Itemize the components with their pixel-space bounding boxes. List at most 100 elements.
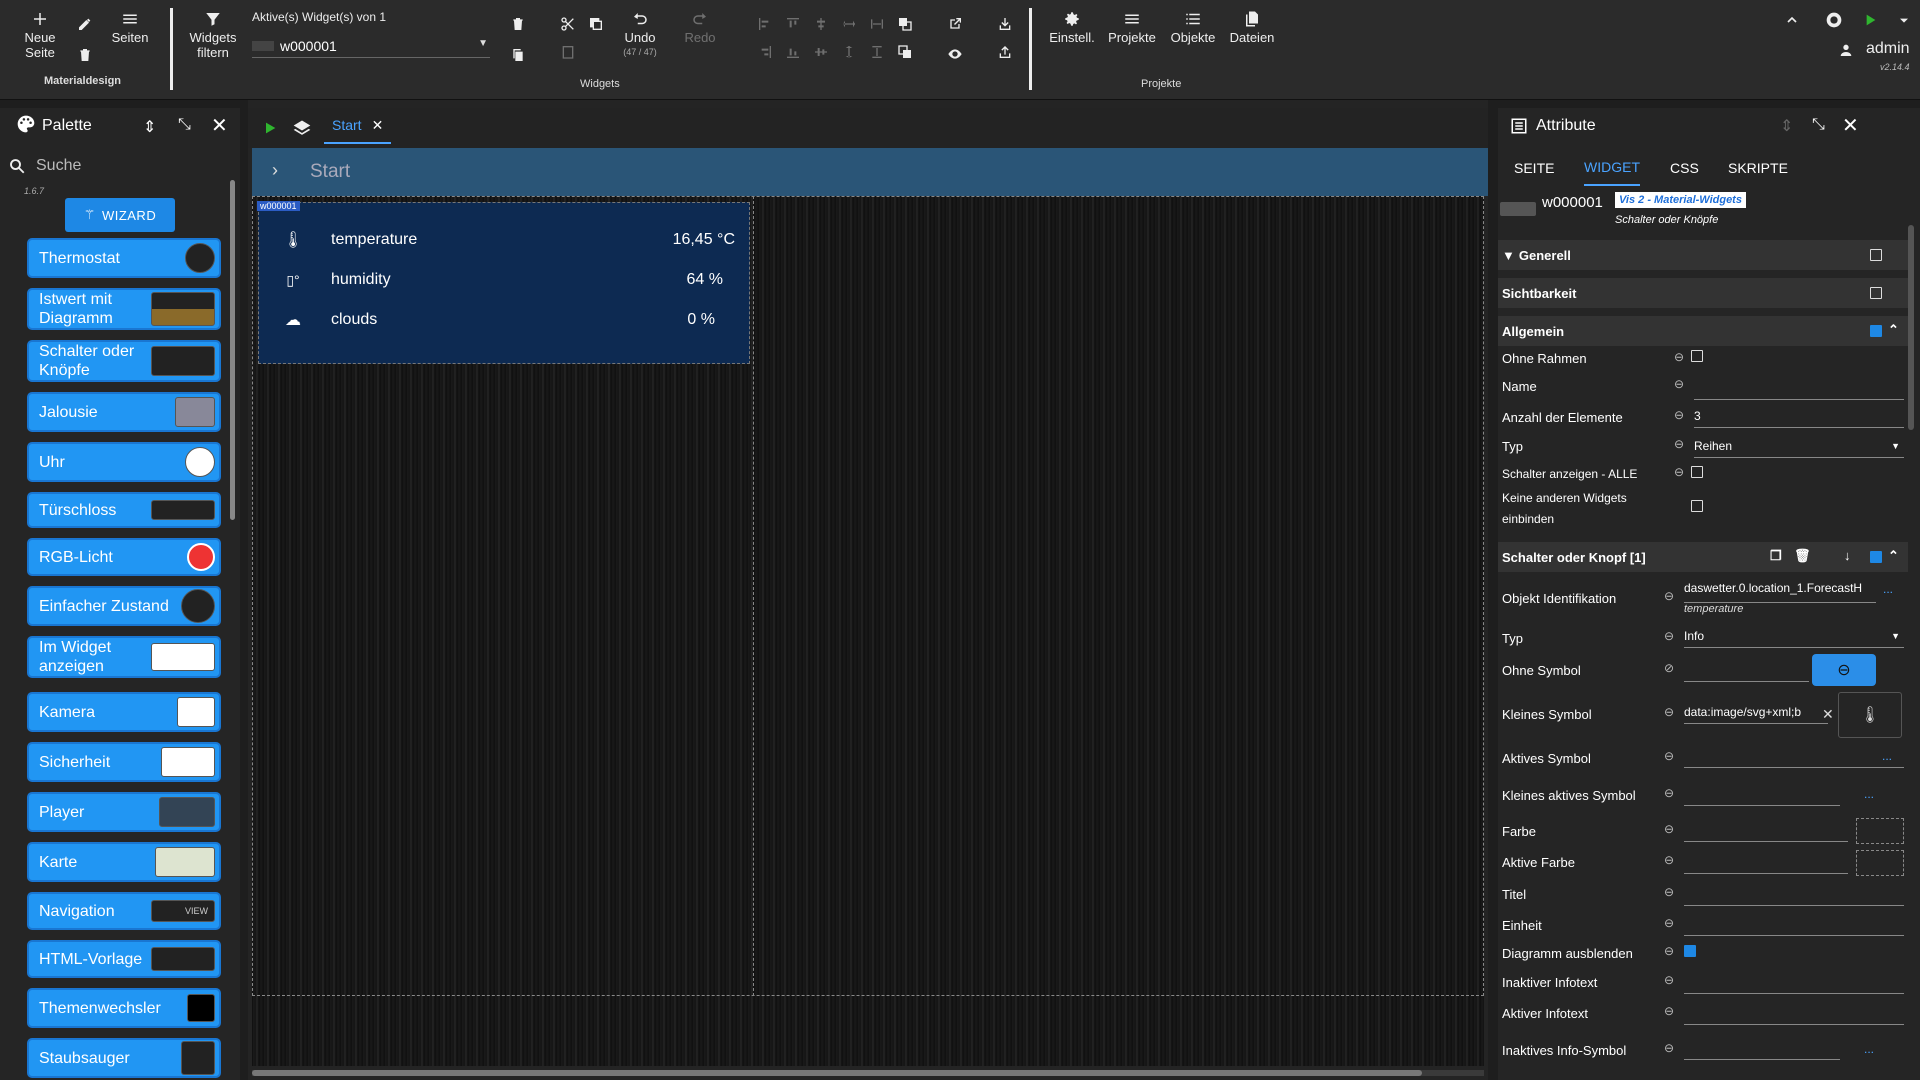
theme-icon[interactable] bbox=[1822, 8, 1846, 32]
cut-icon[interactable] bbox=[558, 14, 578, 34]
align-top-icon[interactable] bbox=[783, 14, 803, 34]
link-icon[interactable]: ⊖ bbox=[1674, 437, 1688, 451]
link-icon[interactable]: ⊖ bbox=[1664, 885, 1678, 899]
align-right-icon[interactable] bbox=[755, 42, 775, 62]
order-back-icon[interactable] bbox=[895, 42, 915, 62]
tab-start[interactable]: Start ✕ bbox=[324, 108, 392, 144]
delete-icon[interactable]: 🗑 bbox=[1794, 548, 1811, 564]
inactive-info-symbol-picker[interactable]: ... bbox=[1864, 1042, 1874, 1056]
redo-button[interactable]: Redo bbox=[680, 10, 720, 45]
chevron-up-icon[interactable]: ⌃ bbox=[1888, 322, 1899, 338]
no-frame-checkbox[interactable] bbox=[1691, 350, 1703, 362]
collapse-icon[interactable]: ⤡ bbox=[1812, 116, 1825, 134]
chevron-up-icon[interactable]: ⌃ bbox=[1888, 548, 1899, 564]
close-icon[interactable]: ✕ bbox=[372, 117, 384, 134]
palette-item-simple-state[interactable]: Einfacher Zustand bbox=[27, 586, 221, 626]
link-icon[interactable]: ⊖ bbox=[1664, 916, 1678, 930]
palette-item-navigation[interactable]: Navigation VIEW bbox=[27, 892, 221, 930]
palette-item-map[interactable]: Karte bbox=[27, 842, 221, 882]
palette-item-camera[interactable]: Kamera bbox=[27, 692, 221, 732]
link-icon[interactable]: ⊖ bbox=[1664, 1041, 1678, 1055]
link-icon[interactable]: ⊖ bbox=[1674, 377, 1688, 391]
tab-css[interactable]: CSS bbox=[1670, 150, 1699, 186]
count-field[interactable]: 3 bbox=[1694, 406, 1904, 428]
active-color-field[interactable] bbox=[1684, 852, 1848, 874]
section-visibility[interactable]: Sichtbarkeit bbox=[1498, 278, 1908, 308]
distribute-h-icon[interactable] bbox=[839, 14, 859, 34]
tab-page[interactable]: SEITE bbox=[1514, 150, 1554, 186]
palette-item-rgb[interactable]: RGB-Licht bbox=[27, 538, 221, 576]
chevron-down-icon[interactable] bbox=[1894, 10, 1914, 30]
material-widget[interactable]: w000001 🌡 temperature 16,45 °C ▯° humidi… bbox=[257, 201, 750, 364]
title-field[interactable] bbox=[1684, 884, 1904, 906]
open-new-icon[interactable] bbox=[945, 14, 965, 34]
link-icon[interactable]: ⊖ bbox=[1664, 629, 1678, 643]
palette-item-blinds[interactable]: Jalousie bbox=[27, 392, 221, 432]
section-checkbox[interactable] bbox=[1870, 287, 1882, 299]
paste-icon[interactable] bbox=[558, 42, 578, 62]
active-symbol-picker[interactable]: ... bbox=[1882, 749, 1892, 763]
link-icon[interactable]: ⊖ bbox=[1664, 822, 1678, 836]
arrow-down-icon[interactable]: ↓ bbox=[1844, 548, 1851, 563]
section-switch[interactable]: Schalter oder Knopf [1] ❐ 🗑 ↓ ⌃ bbox=[1498, 542, 1908, 572]
unlink-icon[interactable]: ⊘ bbox=[1664, 661, 1678, 675]
palette-item-chart[interactable]: Istwert mit Diagramm bbox=[27, 288, 221, 330]
wizard-button[interactable]: ⚚ WIZARD bbox=[65, 198, 175, 232]
collapse-icon[interactable]: ⤡ bbox=[178, 116, 191, 134]
layers-icon[interactable] bbox=[292, 118, 312, 141]
section-checkbox[interactable] bbox=[1870, 325, 1882, 337]
show-all-checkbox[interactable] bbox=[1691, 466, 1703, 478]
section-common[interactable]: Allgemein ⌃ bbox=[1498, 316, 1908, 346]
link-icon[interactable]: ⊖ bbox=[1674, 408, 1688, 422]
small-symbol-field[interactable]: data:image/svg+xml;b bbox=[1684, 702, 1828, 724]
width-equal-icon[interactable] bbox=[867, 14, 887, 34]
color-swatch[interactable] bbox=[1856, 818, 1904, 844]
palette-item-theme-switcher[interactable]: Themenwechsler bbox=[27, 988, 221, 1028]
section-checkbox[interactable] bbox=[1870, 249, 1882, 261]
section-checkbox[interactable] bbox=[1870, 551, 1882, 563]
palette-item-switches[interactable]: Schalter oder Knöpfe bbox=[27, 340, 221, 382]
tab-widget[interactable]: WIDGET bbox=[1584, 150, 1640, 186]
palette-item-html-template[interactable]: HTML-Vorlage bbox=[27, 940, 221, 978]
link-icon[interactable]: ⊖ bbox=[1664, 589, 1678, 603]
duplicate-icon[interactable] bbox=[586, 14, 606, 34]
link-icon[interactable]: ⊖ bbox=[1664, 749, 1678, 763]
close-icon[interactable]: ✕ bbox=[1842, 113, 1859, 138]
link-icon[interactable]: ⊖ bbox=[1674, 465, 1688, 479]
no-symbol-field[interactable] bbox=[1684, 660, 1809, 682]
link-icon[interactable]: ⊖ bbox=[1664, 944, 1678, 958]
chevron-up-icon[interactable] bbox=[1782, 10, 1802, 30]
play-icon[interactable] bbox=[262, 120, 278, 139]
palette-item-thermostat[interactable]: Thermostat bbox=[27, 238, 221, 278]
palette-item-security[interactable]: Sicherheit bbox=[27, 742, 221, 782]
unit-field[interactable] bbox=[1684, 914, 1904, 936]
align-center-icon[interactable] bbox=[811, 14, 831, 34]
small-active-symbol-field[interactable] bbox=[1684, 784, 1840, 806]
align-left-icon[interactable] bbox=[755, 14, 775, 34]
tab-scripts[interactable]: SKRIPTE bbox=[1728, 150, 1788, 186]
no-other-checkbox[interactable] bbox=[1691, 500, 1703, 512]
active-info-field[interactable] bbox=[1684, 1003, 1904, 1025]
oid-field[interactable]: daswetter.0.location_1.ForecastH bbox=[1684, 578, 1876, 600]
switch-type-select[interactable]: Info ▼ bbox=[1684, 626, 1904, 648]
copy-icon[interactable] bbox=[508, 45, 528, 65]
distribute-v-icon[interactable] bbox=[839, 42, 859, 62]
palette-item-view-in-widget[interactable]: Im Widget anzeigen bbox=[27, 636, 221, 678]
oid-picker-button[interactable]: ... bbox=[1883, 582, 1893, 596]
widget-row[interactable]: 🌡 temperature 16,45 °C bbox=[283, 225, 743, 255]
pages-button[interactable]: Seiten bbox=[108, 10, 152, 45]
search-input[interactable]: Suche bbox=[36, 157, 81, 175]
play-icon[interactable] bbox=[1860, 10, 1880, 30]
inactive-info-symbol-field[interactable] bbox=[1684, 1038, 1840, 1060]
palette-item-player[interactable]: Player bbox=[27, 792, 221, 832]
delete-icon[interactable] bbox=[508, 14, 528, 34]
objects-button[interactable]: Objekte bbox=[1168, 10, 1218, 45]
breadcrumb-item[interactable]: Start bbox=[310, 161, 350, 183]
active-symbol-field[interactable] bbox=[1684, 746, 1904, 768]
palette-scrollbar[interactable] bbox=[230, 180, 235, 520]
link-icon[interactable]: ⊖ bbox=[1664, 786, 1678, 800]
expand-icon[interactable]: ⇕ bbox=[1780, 116, 1793, 136]
new-page-button[interactable]: Neue Seite bbox=[20, 10, 60, 60]
palette-item-clock[interactable]: Uhr bbox=[27, 442, 221, 482]
link-icon[interactable]: ⊖ bbox=[1664, 853, 1678, 867]
